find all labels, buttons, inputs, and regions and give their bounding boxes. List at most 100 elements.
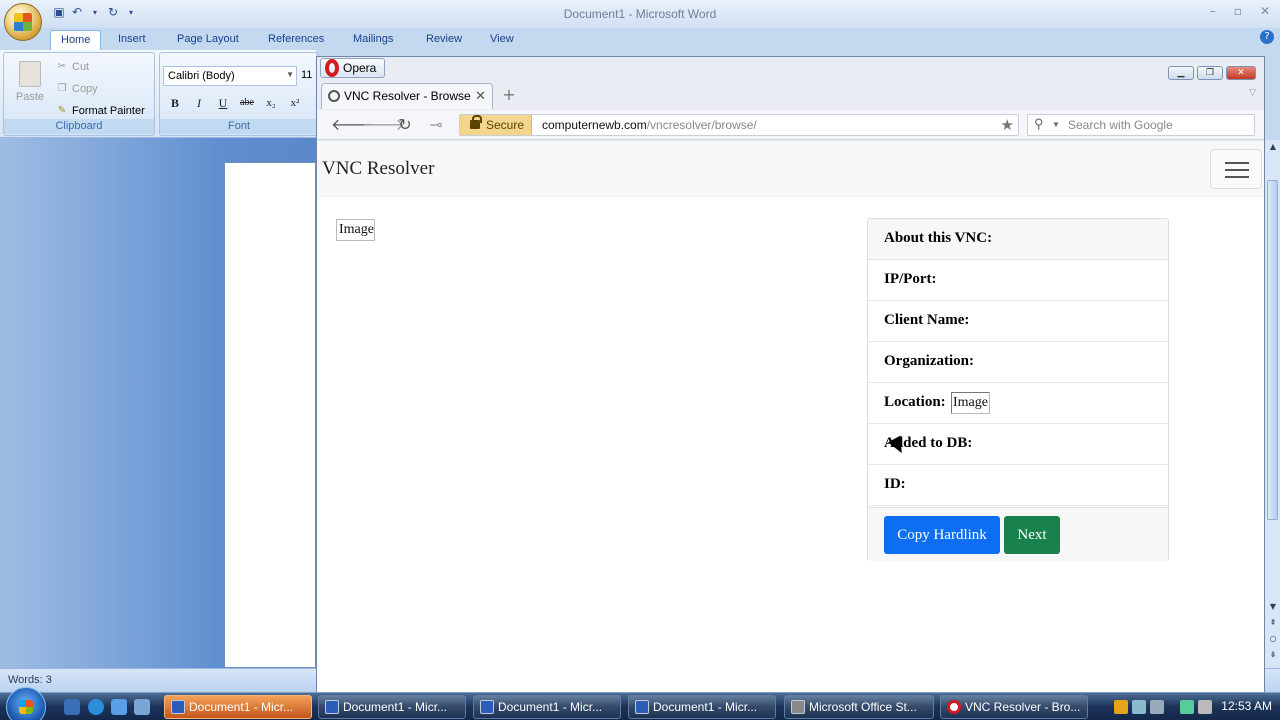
restore-icon[interactable]: ❐: [1197, 66, 1223, 80]
tab-view[interactable]: View: [480, 30, 524, 50]
id-row: ID:: [868, 465, 1168, 506]
tab-references[interactable]: References: [258, 30, 334, 50]
paste-button[interactable]: Paste: [12, 59, 48, 111]
minimize-icon[interactable]: ▁: [1168, 66, 1194, 80]
office-button[interactable]: [4, 3, 42, 41]
web-page: VNC Resolver Image About this VNC: IP/Po…: [317, 141, 1264, 693]
taskbar-button-label: Document1 - Micr...: [189, 700, 294, 714]
taskbar: Document1 - Micr... Document1 - Micr... …: [0, 687, 1280, 720]
secure-badge[interactable]: Secure: [460, 115, 532, 135]
office-logo-icon: [14, 13, 32, 31]
close-tab-icon[interactable]: ✕: [475, 88, 486, 104]
client-name-row: Client Name:: [868, 301, 1168, 342]
start-button[interactable]: [6, 687, 46, 720]
connection-icon[interactable]: [1180, 700, 1194, 714]
font-group-label: Font: [160, 119, 318, 134]
chevron-down-icon[interactable]: ▼: [1052, 120, 1060, 129]
next-page-icon[interactable]: ⇟: [1265, 650, 1280, 659]
subscript-button[interactable]: x₂: [260, 93, 282, 113]
tab-mailings[interactable]: Mailings: [343, 30, 403, 50]
document-page[interactable]: [224, 162, 316, 668]
screenshot-image-placeholder: Image: [336, 219, 375, 241]
opera-menu-button[interactable]: Opera: [320, 58, 386, 78]
word-vertical-scrollbar[interactable]: ▲ ▼ ⇞ ○ ⇟: [1264, 140, 1280, 668]
word-window-controls: – ▫ ✕: [1210, 4, 1270, 18]
copy-icon: ❐: [57, 83, 67, 94]
maximize-icon[interactable]: ▫: [1234, 4, 1242, 18]
format-painter-button[interactable]: ✎ Format Painter: [56, 103, 145, 119]
strikethrough-button[interactable]: abe: [236, 93, 258, 113]
search-placeholder: Search with Google: [1068, 118, 1173, 132]
flag-image-placeholder: Image: [951, 392, 990, 414]
tab-page-layout[interactable]: Page Layout: [167, 30, 249, 50]
help-icon[interactable]: ?: [1260, 30, 1274, 44]
browser-tab-active[interactable]: VNC Resolver - Browse ✕: [321, 83, 493, 109]
font-name-select[interactable]: Calibri (Body) ▼: [163, 66, 297, 86]
word-icon: [480, 700, 494, 714]
bookmark-star-icon[interactable]: ★: [1001, 115, 1014, 135]
minimize-icon[interactable]: –: [1210, 4, 1216, 18]
address-bar[interactable]: Secure computernewb.com/vncresolver/brow…: [459, 114, 1019, 136]
site-brand[interactable]: VNC Resolver: [322, 158, 434, 180]
taskbar-button-office-status[interactable]: Microsoft Office St...: [784, 695, 934, 719]
word-window-title: Document1 - Microsoft Word: [563, 7, 717, 21]
hamburger-menu-icon[interactable]: [1210, 149, 1262, 189]
opera-icon: [947, 700, 961, 714]
taskbar-button-word-1[interactable]: Document1 - Micr...: [164, 695, 312, 719]
scissors-icon: ✂: [57, 61, 67, 72]
browse-object-icon[interactable]: ○: [1265, 634, 1280, 643]
url-text[interactable]: computernewb.com/vncresolver/browse/: [542, 115, 757, 135]
volume-muted-icon[interactable]: [1198, 700, 1212, 714]
display-icon[interactable]: [1150, 700, 1164, 714]
close-icon[interactable]: ✕: [1226, 66, 1256, 80]
superscript-button[interactable]: x²: [284, 93, 306, 113]
forward-icon[interactable]: 🡒: [362, 115, 405, 135]
tab-home[interactable]: Home: [50, 30, 102, 50]
copy-button[interactable]: ❐ Copy: [56, 81, 98, 97]
new-tab-icon[interactable]: +: [499, 85, 519, 105]
network-icon[interactable]: [1132, 700, 1146, 714]
vnc-info-card: About this VNC: IP/Port: Client Name: Or…: [867, 218, 1169, 561]
internet-explorer-icon[interactable]: [88, 699, 104, 715]
italic-button[interactable]: I: [188, 93, 210, 113]
taskbar-button-word-4[interactable]: Document1 - Micr...: [628, 695, 776, 719]
security-shield-icon[interactable]: [1114, 700, 1128, 714]
word-icon: [325, 700, 339, 714]
taskbar-button-label: Document1 - Micr...: [498, 700, 603, 714]
windows-explorer-icon[interactable]: [111, 699, 127, 715]
search-input[interactable]: ⚲ ▼ Search with Google: [1027, 114, 1255, 136]
url-path: /vncresolver/browse/: [646, 118, 757, 132]
previous-page-icon[interactable]: ⇞: [1265, 618, 1280, 627]
format-painter-label: Format Painter: [72, 105, 145, 117]
tab-insert[interactable]: Insert: [108, 30, 156, 50]
word-count[interactable]: Words: 3: [8, 674, 52, 686]
tab-menu-icon[interactable]: ▽: [1249, 88, 1256, 98]
favicon-icon: [328, 90, 340, 102]
taskbar-button-word-2[interactable]: Document1 - Micr...: [318, 695, 466, 719]
close-icon[interactable]: ✕: [1260, 4, 1270, 18]
cut-button[interactable]: ✂ Cut: [56, 59, 89, 75]
clipboard-group: Paste ✂ Cut ❐ Copy ✎ Format Painter Clip…: [3, 52, 155, 136]
clock[interactable]: 12:53 AM: [1221, 699, 1272, 713]
underline-button[interactable]: U: [212, 93, 234, 113]
taskbar-button-label: Microsoft Office St...: [809, 700, 917, 714]
tab-review[interactable]: Review: [416, 30, 472, 50]
taskbar-button-word-3[interactable]: Document1 - Micr...: [473, 695, 621, 719]
taskbar-button-opera[interactable]: VNC Resolver - Bro...: [940, 695, 1088, 719]
reload-icon[interactable]: ↻: [395, 115, 415, 135]
opera-browser-window: Opera ▁ ❐ ✕ VNC Resolver - Browse ✕ + ▽ …: [316, 56, 1265, 693]
key-icon[interactable]: ⊸: [426, 115, 446, 135]
scroll-down-icon[interactable]: ▼: [1265, 602, 1280, 611]
next-button[interactable]: Next: [1004, 516, 1060, 554]
scrollbar-thumb[interactable]: [1267, 180, 1278, 520]
cut-label: Cut: [72, 61, 90, 73]
back-icon[interactable]: 🡐: [331, 115, 374, 135]
bold-button[interactable]: B: [164, 93, 186, 113]
show-desktop-icon[interactable]: [64, 699, 80, 715]
copy-hardlink-button[interactable]: Copy Hardlink: [884, 516, 1000, 554]
organization-row: Organization:: [868, 342, 1168, 383]
client-name-label: Client Name:: [884, 312, 970, 328]
ribbon: Paste ✂ Cut ❐ Copy ✎ Format Painter Clip…: [0, 50, 319, 138]
switch-windows-icon[interactable]: [134, 699, 150, 715]
scroll-up-icon[interactable]: ▲: [1265, 142, 1280, 151]
